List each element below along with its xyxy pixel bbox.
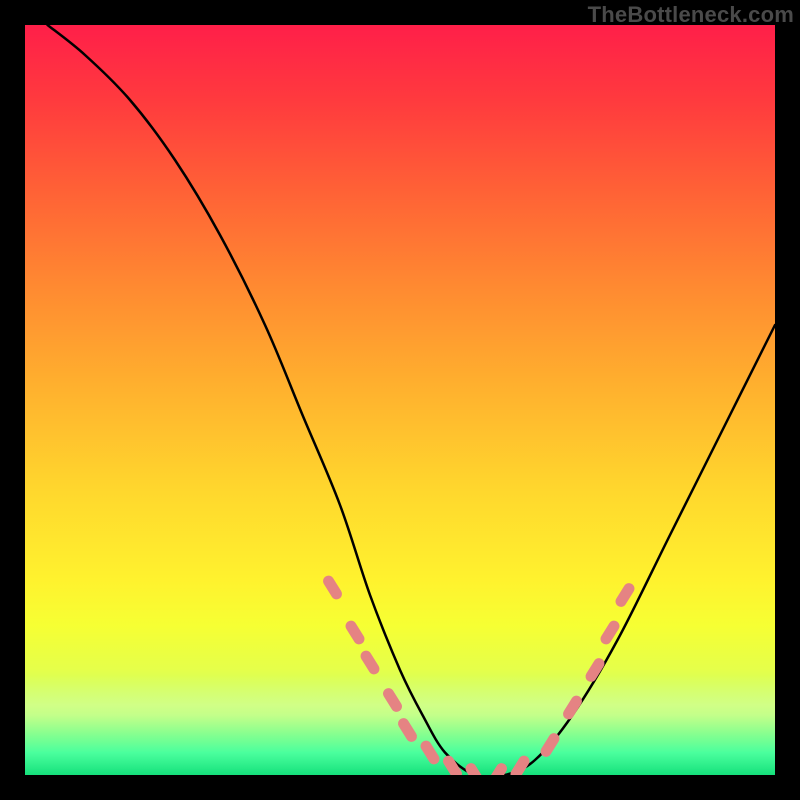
curve-marker xyxy=(321,574,344,602)
curve-marker xyxy=(561,694,584,722)
bottleneck-curve xyxy=(48,25,776,775)
curve-marker xyxy=(583,656,606,684)
curve-layer xyxy=(25,25,775,775)
curve-marker xyxy=(441,754,464,775)
curve-marker xyxy=(396,716,419,744)
chart-stage: TheBottleneck.com xyxy=(0,0,800,800)
curve-marker xyxy=(613,581,636,609)
curve-marker xyxy=(343,619,366,647)
curve-markers xyxy=(321,574,637,775)
curve-marker xyxy=(598,619,621,647)
curve-marker xyxy=(463,761,486,775)
curve-marker xyxy=(538,731,561,759)
curve-marker xyxy=(381,686,404,714)
curve-marker xyxy=(486,761,509,775)
curve-marker xyxy=(358,649,381,677)
plot-area xyxy=(25,25,775,775)
curve-marker xyxy=(508,754,531,775)
